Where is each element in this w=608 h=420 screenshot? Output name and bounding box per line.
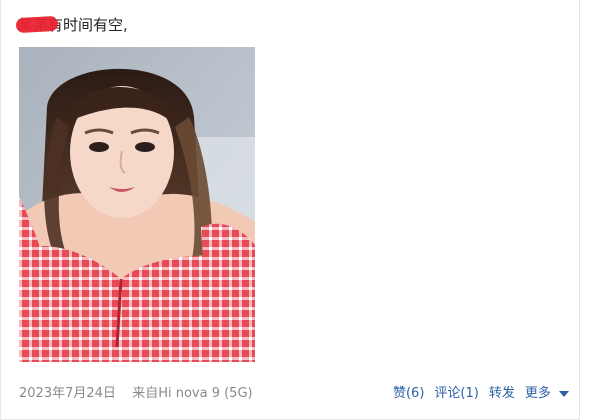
post-text: 某某 有时间有空, — [15, 14, 128, 36]
author-name[interactable]: 某某 — [15, 14, 59, 36]
like-link[interactable]: 赞(6) — [393, 383, 424, 405]
comment-link[interactable]: 评论(1) — [434, 383, 478, 405]
more-menu[interactable]: 更多 — [525, 383, 569, 405]
post-source: 来自Hi nova 9 (5G) — [132, 386, 253, 401]
post-date[interactable]: 2023年7月24日 — [19, 386, 116, 401]
chevron-down-icon — [559, 390, 569, 397]
post-content: 有时间有空, — [48, 16, 128, 34]
redaction-mark — [15, 15, 59, 34]
post-meta: 2023年7月24日 来自Hi nova 9 (5G) — [19, 383, 253, 405]
post-photo[interactable] — [19, 47, 255, 362]
more-label: 更多 — [524, 386, 551, 401]
repost-link[interactable]: 转发 — [489, 383, 515, 405]
post-card: 某某 有时间有空, — [0, 0, 580, 420]
post-actions: 赞(6) 评论(1) 转发 更多 — [393, 383, 569, 405]
post-footer: 2023年7月24日 来自Hi nova 9 (5G) 赞(6) 评论(1) 转… — [19, 383, 569, 405]
